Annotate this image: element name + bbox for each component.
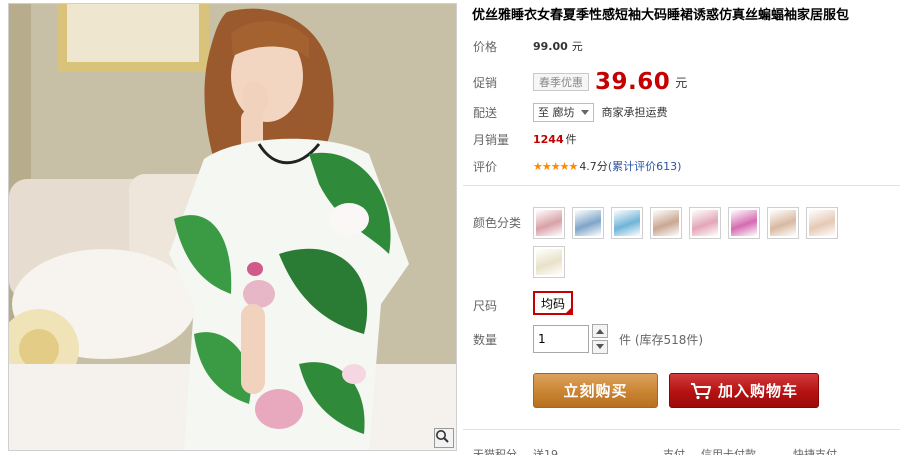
promo-label: 促销 (473, 75, 498, 90)
sales-row: 月销量 1244 件 (473, 129, 577, 149)
color-swatch-7[interactable] (767, 207, 799, 239)
zoom-button[interactable] (434, 428, 454, 448)
original-price-value: 99.00 (533, 40, 568, 53)
original-price: 99.00 元 (533, 38, 583, 54)
promo-tag: 春季优惠 (533, 73, 589, 91)
color-label: 颜色分类 (473, 216, 522, 230)
color-swatch-4[interactable] (650, 207, 682, 239)
product-title: 优丝雅睡衣女春夏季性感短袖大码睡裙诱惑仿真丝蝙蝠袖家居服包 (472, 8, 850, 23)
shipping-label: 配送 (473, 105, 498, 120)
color-swatch-8[interactable] (806, 207, 838, 239)
chevron-up-icon (596, 329, 604, 334)
color-swatch-thumbnail (536, 210, 562, 236)
color-swatch-thumbnail (653, 210, 679, 236)
shipping-row: 配送 至 廊坊 商家承担运费 (473, 102, 668, 122)
price-label: 价格 (473, 39, 498, 54)
shipping-note: 商家承担运费 (601, 106, 668, 119)
original-price-unit: 元 (571, 40, 583, 53)
quantity-label: 数量 (473, 333, 498, 347)
color-swatch-thumbnail (809, 210, 835, 236)
sales-unit: 件 (565, 133, 577, 146)
quantity-decrease-button[interactable] (592, 340, 608, 354)
color-swatch-1[interactable] (533, 207, 565, 239)
cart-icon (690, 382, 711, 399)
buy-now-button[interactable]: 立刻购买 (533, 373, 658, 408)
service-info-strip: 天猫积分 送19 支付 信用卡付款 快捷支付 (463, 429, 900, 455)
quantity-increase-button[interactable] (592, 324, 608, 338)
color-swatch-thumbnail (614, 210, 640, 236)
payment-label: 支付 (663, 448, 685, 455)
review-count-link[interactable]: (累计评价613) (608, 158, 682, 174)
rating-label: 评价 (473, 159, 498, 174)
chevron-down-icon (580, 109, 589, 115)
color-swatch-2[interactable] (572, 207, 604, 239)
payment-value: 信用卡付款 (701, 448, 756, 455)
points-value: 送19 (533, 448, 558, 455)
price-row: 价格 99.00 元 (473, 36, 583, 56)
color-swatch-thumbnail (731, 210, 757, 236)
size-label: 尺码 (473, 299, 498, 313)
product-photo-illustration (9, 4, 456, 450)
sales-count: 1244 (533, 132, 564, 146)
shipping-destination: 至 廊坊 (538, 106, 575, 119)
color-swatch-5[interactable] (689, 207, 721, 239)
add-to-cart-label: 加入购物车 (717, 382, 798, 400)
color-swatch-9[interactable] (533, 246, 565, 278)
buy-now-label: 立刻购买 (563, 382, 628, 400)
size-option-label: 均码 (540, 296, 565, 311)
selected-check-icon (564, 306, 573, 315)
rating-row: 评价 ★★★★★ 4.7分 (累计评价613) (473, 156, 681, 176)
promo-row: 促销 春季优惠 39.60 元 (473, 69, 687, 95)
color-swatch-thumbnail (575, 210, 601, 236)
chevron-down-icon (596, 344, 604, 349)
size-option-selected[interactable]: 均码 (533, 291, 573, 315)
add-to-cart-button[interactable]: 加入购物车 (669, 373, 819, 408)
promo-price: 39.60 (595, 69, 671, 95)
color-swatch-thumbnail (770, 210, 796, 236)
color-swatch-thumbnail (692, 210, 718, 236)
points-label: 天猫积分 (473, 448, 517, 455)
quantity-input[interactable] (533, 325, 589, 353)
color-swatch-thumbnail (536, 249, 562, 275)
shipping-destination-select[interactable]: 至 廊坊 (533, 102, 594, 122)
color-swatch-3[interactable] (611, 207, 643, 239)
stock-info: 件 (库存518件) (619, 333, 704, 347)
color-swatch-6[interactable] (728, 207, 760, 239)
rating-stars-icon: ★★★★★ (533, 159, 578, 173)
color-swatch-list (533, 207, 843, 278)
promo-price-unit: 元 (675, 75, 688, 90)
sales-label: 月销量 (473, 132, 510, 147)
magnifier-icon (436, 430, 449, 443)
rating-score: 4.7分 (579, 160, 608, 173)
product-main-image[interactable] (8, 3, 457, 451)
quick-pay-label: 快捷支付 (793, 448, 837, 455)
section-divider (463, 185, 900, 186)
